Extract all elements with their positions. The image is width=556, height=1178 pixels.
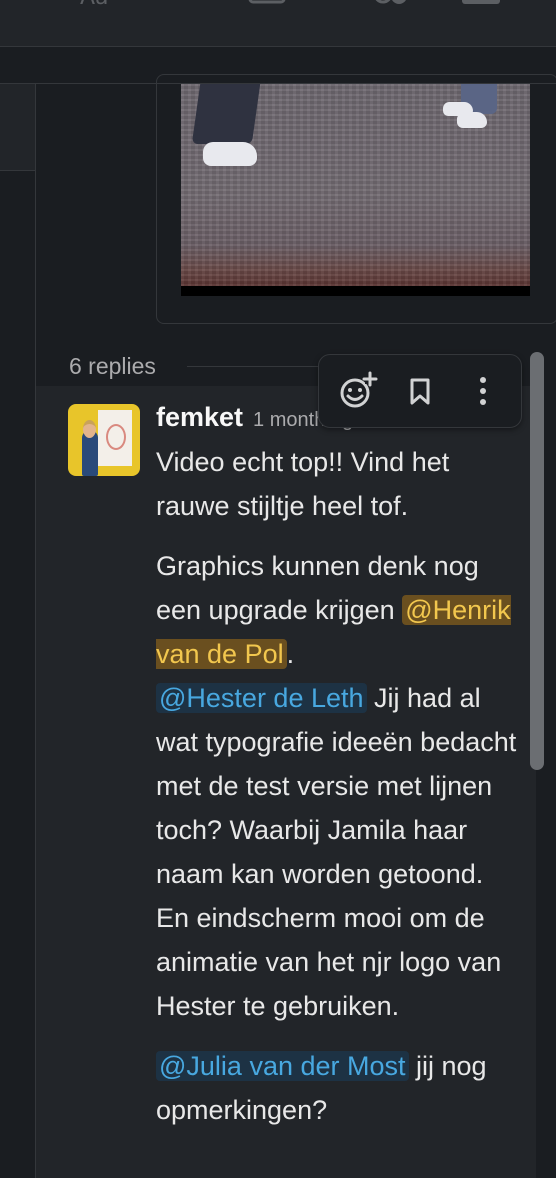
video-frame	[181, 84, 530, 286]
video-thumbnail[interactable]	[181, 84, 530, 296]
author-name[interactable]: femket	[156, 402, 243, 432]
left-panel	[0, 84, 36, 1178]
more-actions-icon	[480, 377, 486, 405]
text-format-icon[interactable]: Aa	[80, 0, 120, 10]
add-reaction-button[interactable]	[331, 365, 383, 417]
message-paragraph-3: @Julia van der Most jij nog opmerkingen?	[156, 1044, 530, 1132]
left-panel-stripe	[0, 84, 35, 171]
message-body: Video echt top!! Vind het rauwe stijltje…	[156, 440, 530, 1132]
paragraph-2-continue: Jij had al wat typografie ideeën bedacht…	[156, 683, 517, 889]
video-bottom-bar	[181, 286, 530, 296]
layout-icon[interactable]	[248, 0, 288, 10]
bookmark-icon	[410, 378, 430, 405]
more-actions-button[interactable]	[457, 365, 509, 417]
svg-text:Aa: Aa	[80, 0, 109, 10]
add-reaction-icon	[340, 371, 378, 408]
top-toolbar: Aa	[0, 0, 556, 47]
bookmark-button[interactable]	[394, 365, 446, 417]
scrollbar-thumb[interactable]	[530, 352, 544, 770]
mention-hester[interactable]: @Hester de Leth	[156, 683, 367, 713]
list-icon[interactable]	[165, 0, 205, 10]
paragraph-2-line-2: En eindscherm mooi om de animatie van he…	[156, 903, 502, 1021]
image-icon[interactable]	[462, 0, 502, 10]
paragraph-2-punct: .	[286, 639, 295, 669]
avatar[interactable]	[68, 404, 140, 476]
message-paragraph-2: Graphics kunnen denk nog een upgrade kri…	[156, 544, 530, 1028]
thread-panel: 6 replies femket 1 month ago Video echt t…	[36, 74, 556, 1178]
message-paragraph-1: Video echt top!! Vind het rauwe stijltje…	[156, 447, 450, 521]
replies-count[interactable]: 6 replies	[69, 353, 156, 379]
mention-julia[interactable]: @Julia van der Most	[156, 1051, 409, 1081]
video-clip-icon[interactable]	[375, 0, 415, 10]
message-actions-toolbar	[318, 354, 522, 428]
